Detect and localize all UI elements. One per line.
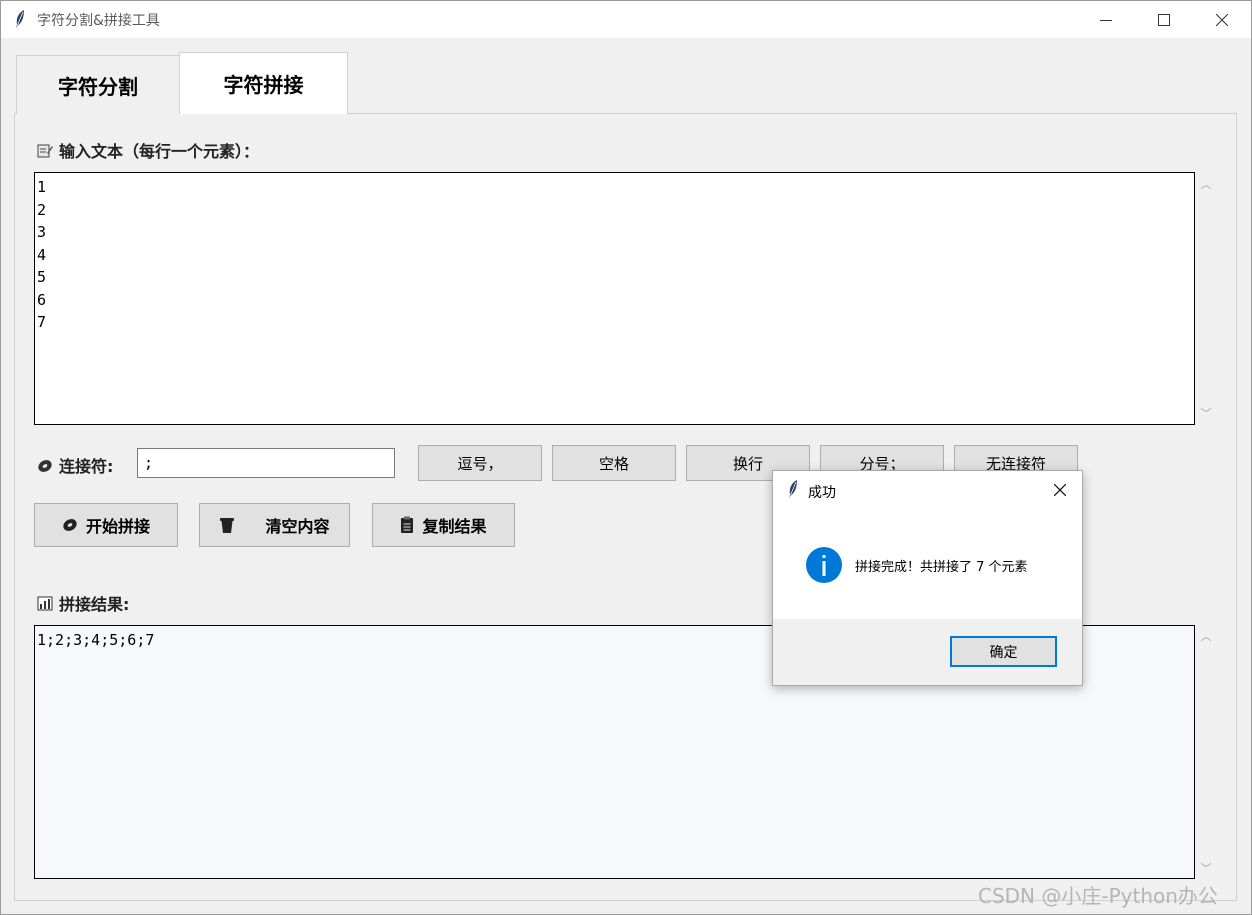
- close-icon: [1216, 13, 1228, 26]
- minimize-icon: [1100, 19, 1112, 21]
- copy-result-label: 复制结果: [422, 517, 487, 536]
- tab-split[interactable]: 字符分割: [16, 55, 180, 114]
- dialog-close-button[interactable]: [1045, 477, 1075, 503]
- separator-label: 连接符:: [37, 453, 113, 477]
- close-button[interactable]: [1193, 1, 1251, 38]
- feather-icon: [16, 10, 24, 28]
- scroll-up-icon[interactable]: ︿: [1198, 176, 1214, 192]
- maximize-button[interactable]: [1135, 1, 1193, 38]
- trash-icon: [220, 518, 235, 533]
- separator-label-text: 连接符:: [59, 457, 114, 476]
- result-label-text: 拼接结果:: [59, 595, 130, 614]
- watermark: CSDN @小庄-Python办公: [978, 884, 1218, 908]
- input-textarea[interactable]: 1 2 3 4 5 6 7: [34, 172, 1195, 425]
- scroll-down-icon[interactable]: ﹀: [1198, 860, 1214, 876]
- preset-space-button[interactable]: 空格: [552, 445, 676, 481]
- maximize-icon: [1158, 13, 1170, 26]
- start-join-button[interactable]: 开始拼接: [34, 503, 178, 547]
- preset-comma-button[interactable]: 逗号，: [418, 445, 542, 481]
- clear-button[interactable]: 清空内容: [199, 503, 350, 547]
- start-join-label: 开始拼接: [85, 517, 150, 536]
- feather-icon: [789, 480, 797, 498]
- info-icon: [806, 547, 842, 583]
- bar-chart-icon: [37, 596, 53, 611]
- close-icon: [1054, 484, 1066, 496]
- success-dialog: 成功 拼接完成！共拼接了 7 个元素 确定: [772, 470, 1083, 686]
- tab-join[interactable]: 字符拼接: [179, 52, 348, 114]
- copy-result-button[interactable]: 复制结果: [372, 503, 515, 547]
- clipboard-icon: [401, 516, 414, 533]
- input-label: 输入文本（每行一个元素）：: [37, 138, 259, 162]
- minimize-button[interactable]: [1077, 1, 1135, 38]
- separator-input[interactable]: [137, 448, 395, 478]
- memo-icon: [37, 144, 53, 158]
- link-icon: [63, 519, 77, 531]
- scroll-down-icon[interactable]: ﹀: [1198, 405, 1214, 421]
- dialog-message: 拼接完成！共拼接了 7 个元素: [855, 560, 1028, 575]
- title-bar: [1, 1, 1251, 38]
- clear-label: 清空内容: [265, 517, 330, 536]
- input-label-text: 输入文本（每行一个元素）：: [59, 142, 260, 161]
- link-icon: [38, 460, 52, 472]
- result-label: 拼接结果:: [37, 591, 129, 615]
- scroll-up-icon[interactable]: ︿: [1198, 628, 1214, 644]
- window-title: 字符分割&拼接工具: [37, 13, 160, 29]
- dialog-title: 成功: [808, 485, 836, 501]
- ok-button[interactable]: 确定: [950, 636, 1057, 667]
